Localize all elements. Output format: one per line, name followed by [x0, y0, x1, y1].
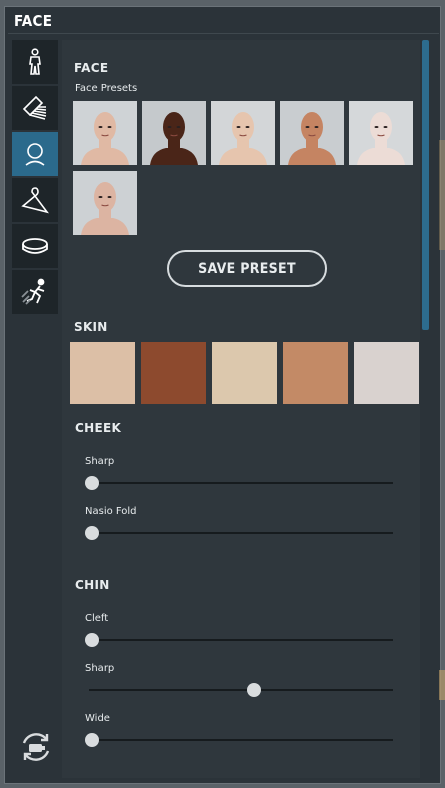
chin-sharp-slider[interactable] [85, 683, 393, 697]
face-preset-thumbnail[interactable] [349, 101, 413, 165]
cheek-heading: CHEEK [75, 421, 122, 435]
ring-icon [22, 238, 48, 254]
sidebar-item-accessories[interactable] [12, 224, 58, 268]
category-sidebar [12, 40, 58, 316]
face-heading: FACE [74, 61, 109, 75]
skin-swatch[interactable] [212, 342, 277, 404]
skin-swatch[interactable] [70, 342, 135, 404]
sidebar-item-body[interactable] [12, 40, 58, 84]
sidebar-item-hair[interactable] [12, 86, 58, 130]
slider-knob[interactable] [85, 526, 99, 540]
face-preset-thumbnail[interactable] [280, 101, 344, 165]
sidebar-item-face[interactable] [12, 132, 58, 176]
slider-track [89, 532, 393, 534]
cheek-nasio-fold-slider[interactable] [85, 526, 393, 540]
face-preset-thumbnail[interactable] [142, 101, 206, 165]
sidebar-item-animation[interactable] [12, 270, 58, 314]
sidebar-item-clothing[interactable] [12, 178, 58, 222]
chin-wide-slider[interactable] [85, 733, 393, 747]
comb-icon [22, 95, 47, 120]
slider-knob[interactable] [85, 633, 99, 647]
cheek-nasio-fold-label: Nasio Fold [85, 506, 137, 517]
reset-camera-icon [22, 733, 50, 761]
chin-sharp-label: Sharp [85, 663, 115, 674]
window-title: FACE [14, 12, 53, 30]
save-preset-button[interactable]: SAVE PRESET [167, 250, 327, 287]
reset-button[interactable] [18, 729, 54, 765]
slider-track [89, 689, 393, 691]
running-figure-icon [21, 278, 45, 305]
face-preset-thumbnail[interactable] [73, 171, 137, 235]
skin-swatch[interactable] [283, 342, 348, 404]
chin-heading: CHIN [75, 578, 110, 592]
face-preset-thumbnail[interactable] [211, 101, 275, 165]
panel-scrollbar[interactable] [422, 40, 429, 330]
body-figure-icon [29, 48, 41, 75]
chin-cleft-slider[interactable] [85, 633, 393, 647]
skin-swatch[interactable] [141, 342, 206, 404]
cheek-sharp-slider[interactable] [85, 476, 393, 490]
chin-cleft-label: Cleft [85, 613, 109, 624]
background-decoration [439, 670, 445, 700]
hanger-icon [21, 187, 49, 214]
face-presets-label: Face Presets [75, 83, 138, 94]
skin-swatch[interactable] [354, 342, 419, 404]
cheek-sharp-label: Sharp [85, 456, 115, 467]
slider-knob[interactable] [85, 476, 99, 490]
slider-knob[interactable] [246, 683, 261, 697]
slider-track [89, 639, 393, 641]
background-decoration [439, 140, 445, 250]
slider-knob[interactable] [85, 733, 99, 747]
slider-track [89, 739, 393, 741]
slider-track [89, 482, 393, 484]
skin-heading: SKIN [74, 320, 108, 334]
title-divider [8, 33, 439, 34]
face-outline-icon [25, 143, 45, 166]
face-preset-thumbnail[interactable] [73, 101, 137, 165]
chin-wide-label: Wide [85, 713, 110, 724]
